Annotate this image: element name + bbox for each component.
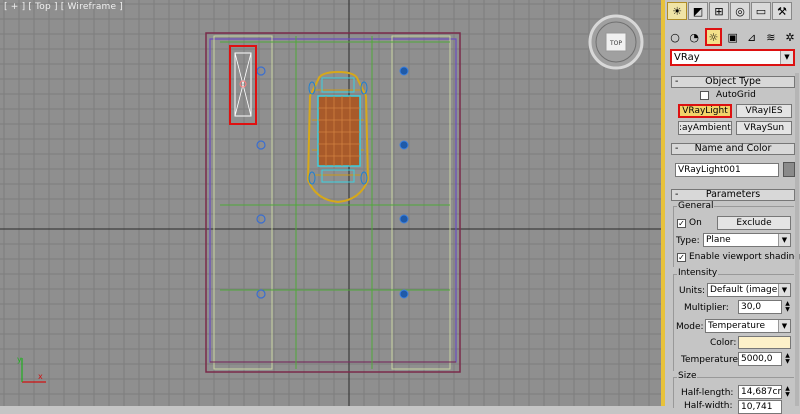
spacewarps-icon: ≋ (766, 30, 776, 44)
half-length-input[interactable]: 14,687cm (738, 385, 782, 399)
systems-button[interactable]: ✲ (782, 28, 798, 46)
half-length-spinner[interactable]: ▲ ▼ (784, 386, 791, 398)
general-label: General (677, 201, 715, 212)
hierarchy-icon: ⊞ (714, 4, 724, 18)
object-color-swatch[interactable] (783, 162, 795, 177)
spacewarps-button[interactable]: ≋ (763, 28, 779, 46)
lights-button[interactable]: ☼ (705, 28, 722, 46)
light-marker[interactable] (256, 66, 266, 76)
category-value: VRay (674, 52, 700, 63)
viewport-canvas[interactable]: y x (0, 0, 661, 406)
modify-tab[interactable]: ◩ (688, 2, 708, 20)
motion-tab[interactable]: ◎ (730, 2, 750, 20)
create-tab[interactable]: ☀ (667, 2, 687, 20)
autogrid-checkbox[interactable] (700, 91, 709, 100)
helpers-icon: ⊿ (747, 30, 757, 44)
on-label: On (689, 218, 702, 228)
on-checkbox[interactable]: ✓ (677, 219, 686, 228)
create-subtabs: ○ ◔ ☼ ▣ ⊿ ≋ ✲ (667, 26, 798, 48)
half-length-label: Half-length: (681, 388, 734, 398)
display-tab[interactable]: ▭ (751, 2, 771, 20)
car-model[interactable] (306, 70, 370, 204)
helpers-button[interactable]: ⊿ (744, 28, 760, 46)
grid-lines (0, 0, 661, 406)
object-type-rollout[interactable]: - Object Type (671, 76, 795, 88)
geometry-button[interactable]: ○ (667, 28, 683, 46)
lights-icon: ☼ (708, 30, 719, 44)
light-color-swatch[interactable] (738, 336, 791, 349)
command-panel: ☀ ◩ ⊞ ◎ ▭ ⚒ ○ ◔ ☼ ▣ ⊿ ≋ ✲ VRay ▼ - Object… (661, 0, 800, 414)
motion-icon: ◎ (735, 4, 745, 18)
exclude-button[interactable]: Exclude (717, 216, 791, 230)
light-marker[interactable] (256, 289, 266, 299)
vrayies-button[interactable]: VRayIES (736, 104, 792, 118)
temperature-input[interactable]: 5000,0 (738, 352, 782, 366)
vraylight-button[interactable]: VRayLight (678, 104, 732, 118)
type-select[interactable]: Plane ▼ (703, 233, 791, 247)
enable-shading-label: Enable viewport shading (689, 252, 800, 262)
utilities-tab[interactable]: ⚒ (772, 2, 792, 20)
viewcube-label: TOP (609, 40, 622, 47)
units-select[interactable]: Default (image) ▼ (707, 283, 791, 297)
chevron-down-icon: ▼ (778, 234, 790, 246)
vrayambientlight-button[interactable]: :ayAmbientLig (678, 121, 732, 135)
mode-label: Mode: (676, 322, 704, 332)
y-axis-label: y (17, 355, 22, 364)
light-marker[interactable] (399, 289, 409, 299)
chevron-down-icon: ▼ (780, 51, 793, 64)
light-marker[interactable] (256, 214, 266, 224)
units-label: Units: (679, 286, 706, 296)
color-label: Color: (710, 338, 737, 348)
autogrid-label: AutoGrid (716, 90, 756, 100)
systems-icon: ✲ (785, 30, 795, 44)
chevron-down-icon: ▼ (778, 284, 790, 296)
shapes-button[interactable]: ◔ (686, 28, 702, 46)
light-marker[interactable] (399, 140, 409, 150)
parameters-rollout[interactable]: - Parameters (671, 189, 795, 201)
intensity-label: Intensity (677, 268, 719, 279)
viewport-top[interactable]: y x [ + ] [ Top ] [ Wireframe ] TOP (0, 0, 661, 406)
display-icon: ▭ (755, 4, 767, 18)
vraysun-button[interactable]: VRaySun (736, 121, 792, 135)
geometry-icon: ○ (670, 30, 680, 44)
shapes-icon: ◔ (689, 30, 699, 44)
type-label: Type: (676, 236, 700, 246)
temperature-label: Temperature: (681, 355, 742, 365)
name-color-rollout[interactable]: - Name and Color (671, 143, 795, 155)
panel-scrollbar[interactable] (795, 73, 799, 406)
viewport-label[interactable]: [ + ] [ Top ] [ Wireframe ] (4, 2, 123, 12)
enable-shading-checkbox[interactable]: ✓ (677, 253, 686, 262)
modify-icon: ◩ (692, 4, 704, 18)
hierarchy-tab[interactable]: ⊞ (709, 2, 729, 20)
light-marker[interactable] (399, 66, 409, 76)
create-icon: ☀ (672, 4, 682, 18)
multiplier-label: Multiplier: (684, 303, 729, 313)
object-name-input[interactable]: VRayLight001 (675, 163, 779, 177)
temperature-spinner[interactable]: ▲ ▼ (784, 353, 791, 365)
multiplier-input[interactable]: 30,0 (738, 300, 782, 314)
light-marker[interactable] (256, 140, 266, 150)
mode-select[interactable]: Temperature ▼ (705, 319, 791, 333)
multiplier-spinner[interactable]: ▲ ▼ (784, 301, 791, 313)
x-axis-label: x (38, 372, 43, 381)
cameras-icon: ▣ (727, 30, 738, 44)
cameras-button[interactable]: ▣ (725, 28, 741, 46)
panel-tabs: ☀ ◩ ⊞ ◎ ▭ ⚒ (665, 0, 800, 24)
category-dropdown[interactable]: VRay ▼ (670, 49, 795, 66)
viewcube[interactable]: TOP (588, 14, 644, 70)
chevron-down-icon: ▼ (778, 320, 790, 332)
size-label: Size (677, 371, 698, 382)
half-width-label: Half-width: (684, 401, 733, 411)
utilities-icon: ⚒ (777, 4, 787, 18)
half-width-input[interactable]: 10,741 (738, 400, 782, 414)
light-marker[interactable] (399, 214, 409, 224)
